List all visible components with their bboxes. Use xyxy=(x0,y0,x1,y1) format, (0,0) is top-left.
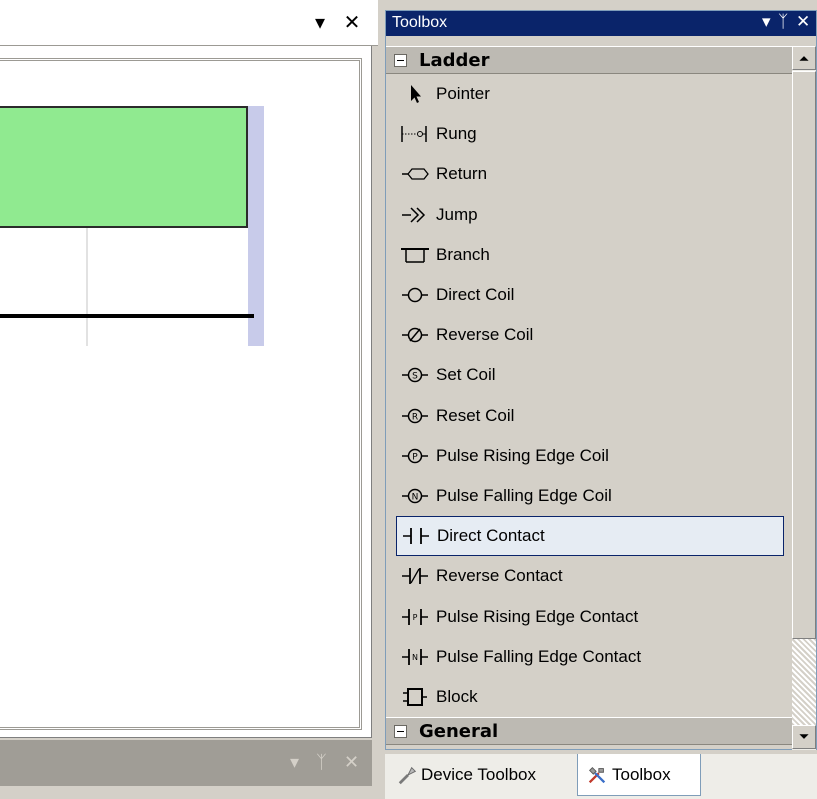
group-label: Ladder xyxy=(419,49,490,71)
toolbox-item-return[interactable]: Return xyxy=(386,154,792,194)
toolbox-pin-icon[interactable]: ᛉ xyxy=(778,12,788,32)
pointer-icon xyxy=(398,83,432,105)
bottom-pane-dropdown-icon[interactable]: ▾ xyxy=(290,752,299,773)
toolbox-item-label: Reverse Contact xyxy=(436,566,563,586)
toolbox-item-reverse-contact[interactable]: Reverse Contact xyxy=(386,556,792,596)
document-pane: ▾ ✕ ▾ ᛉ ✕ xyxy=(0,0,378,799)
bottom-pane-pin-icon[interactable]: ᛉ xyxy=(316,752,327,773)
toolbox-item-pointer[interactable]: Pointer xyxy=(386,74,792,114)
grid-divider xyxy=(86,228,88,346)
jump-icon xyxy=(398,204,432,226)
rung-wire[interactable] xyxy=(0,314,254,318)
reverse-coil-icon xyxy=(398,324,432,346)
toolbox-item-pulse-rising-edge-coil[interactable]: P Pulse Rising Edge Coil xyxy=(386,436,792,476)
toolbox-item-direct-contact[interactable]: Direct Contact xyxy=(396,516,784,557)
tab-label: Toolbox xyxy=(612,764,671,784)
ladder-diagram[interactable] xyxy=(0,106,266,348)
chevron-up-icon xyxy=(799,56,809,61)
pulse-rising-edge-contact-icon: P xyxy=(398,606,432,628)
toolbox-title-bar[interactable]: Toolbox ▾ ᛉ ✕ xyxy=(386,11,816,36)
toolbox-tools-icon xyxy=(588,766,606,783)
toolbox-panel: Toolbox ▾ ᛉ ✕ Ladder Pointer Rung Return… xyxy=(385,10,817,750)
pulse-falling-edge-contact-icon: N xyxy=(398,646,432,668)
rung-cell-grid[interactable] xyxy=(0,228,254,346)
toolbox-item-label: Pulse Rising Edge Coil xyxy=(436,445,609,465)
scroll-thumb[interactable] xyxy=(792,71,816,639)
toolbox-item-jump[interactable]: Jump xyxy=(386,195,792,235)
toolbox-title: Toolbox xyxy=(392,14,448,31)
toolbox-item-rung[interactable]: Rung xyxy=(386,114,792,154)
toolbox-item-label: Jump xyxy=(436,204,478,224)
toolbox-close-icon[interactable]: ✕ xyxy=(796,12,810,32)
toolbox-item-set-coil[interactable]: S Set Coil xyxy=(386,355,792,395)
bottom-pane-header: ▾ ᛉ ✕ xyxy=(0,740,372,786)
panel-tab-strip: Device Toolbox Toolbox xyxy=(385,754,817,799)
toolbox-dropdown-icon[interactable]: ▾ xyxy=(762,12,771,32)
toolbox-item-label: Pulse Rising Edge Contact xyxy=(436,606,639,626)
toolbox-item-label: Reset Coil xyxy=(436,405,515,425)
scroll-down-button[interactable] xyxy=(792,725,816,749)
group-header-ladder[interactable]: Ladder xyxy=(386,46,792,74)
right-power-rail xyxy=(248,106,264,346)
svg-text:P: P xyxy=(413,613,418,622)
toolbox-item-label: Rung xyxy=(436,124,477,144)
direct-coil-icon xyxy=(398,284,432,306)
bottom-pane-close-icon[interactable]: ✕ xyxy=(344,752,359,773)
set-coil-icon: S xyxy=(398,364,432,386)
direct-contact-icon xyxy=(399,525,433,547)
reverse-contact-icon xyxy=(398,565,432,587)
toolbox-item-label: Set Coil xyxy=(436,365,496,385)
toolbox-item-label: Block xyxy=(436,686,478,706)
toolbox-item-reverse-coil[interactable]: Reverse Coil xyxy=(386,315,792,355)
return-icon xyxy=(398,163,432,185)
tab-toolbox[interactable]: Toolbox xyxy=(577,754,701,796)
toolbox-item-pulse-rising-edge-contact[interactable]: P Pulse Rising Edge Contact xyxy=(386,596,792,636)
tab-device-toolbox[interactable]: Device Toolbox xyxy=(391,754,542,796)
collapse-icon[interactable] xyxy=(394,724,407,738)
window-list-dropdown-icon[interactable]: ▾ xyxy=(308,10,332,34)
toolbox-item-label: Pulse Falling Edge Coil xyxy=(436,485,612,505)
svg-text:N: N xyxy=(412,653,418,662)
toolbox-item-label: Branch xyxy=(436,244,490,264)
svg-text:R: R xyxy=(412,412,418,422)
toolbox-item-direct-coil[interactable]: Direct Coil xyxy=(386,275,792,315)
group-label: General xyxy=(419,720,499,742)
pulse-rising-edge-coil-icon: P xyxy=(398,445,432,467)
toolbox-item-label: Pointer xyxy=(436,84,490,104)
toolbox-item-label: Pulse Falling Edge Contact xyxy=(436,646,642,666)
scroll-track[interactable] xyxy=(792,639,816,725)
scroll-up-button[interactable] xyxy=(792,46,816,70)
toolbox-item-label: Direct Contact xyxy=(437,526,545,546)
toolbox-scrollbar[interactable] xyxy=(792,46,816,750)
close-document-icon[interactable]: ✕ xyxy=(340,10,364,34)
pulse-falling-edge-coil-icon: N xyxy=(398,485,432,507)
toolbox-item-label: Return xyxy=(436,164,488,184)
branch-icon xyxy=(398,244,432,266)
toolbox-list: Ladder Pointer Rung Return Jump Branch D… xyxy=(386,46,792,750)
reset-coil-icon: R xyxy=(398,405,432,427)
device-toolbox-icon xyxy=(398,766,417,785)
block-icon xyxy=(398,686,432,708)
toolbox-item-label: Reverse Coil xyxy=(436,325,534,345)
toolbox-item-pulse-falling-edge-coil[interactable]: N Pulse Falling Edge Coil xyxy=(386,476,792,516)
svg-text:N: N xyxy=(412,492,419,502)
rung-header-block[interactable] xyxy=(0,106,248,228)
toolbox-item-label: Direct Coil xyxy=(436,285,515,305)
tab-label: Device Toolbox xyxy=(421,765,536,784)
document-header: ▾ ✕ xyxy=(0,0,378,46)
ladder-editor xyxy=(0,46,372,738)
collapse-icon[interactable] xyxy=(394,53,407,67)
svg-text:P: P xyxy=(412,452,418,462)
svg-text:S: S xyxy=(412,372,418,382)
toolbox-item-pulse-falling-edge-contact[interactable]: N Pulse Falling Edge Contact xyxy=(386,637,792,677)
toolbox-item-branch[interactable]: Branch xyxy=(386,235,792,275)
group-header-general[interactable]: General xyxy=(386,717,792,745)
toolbox-item-block[interactable]: Block xyxy=(386,677,792,717)
toolbox-item-reset-coil[interactable]: R Reset Coil xyxy=(386,396,792,436)
chevron-down-icon xyxy=(799,734,809,739)
rung-icon xyxy=(398,123,432,145)
